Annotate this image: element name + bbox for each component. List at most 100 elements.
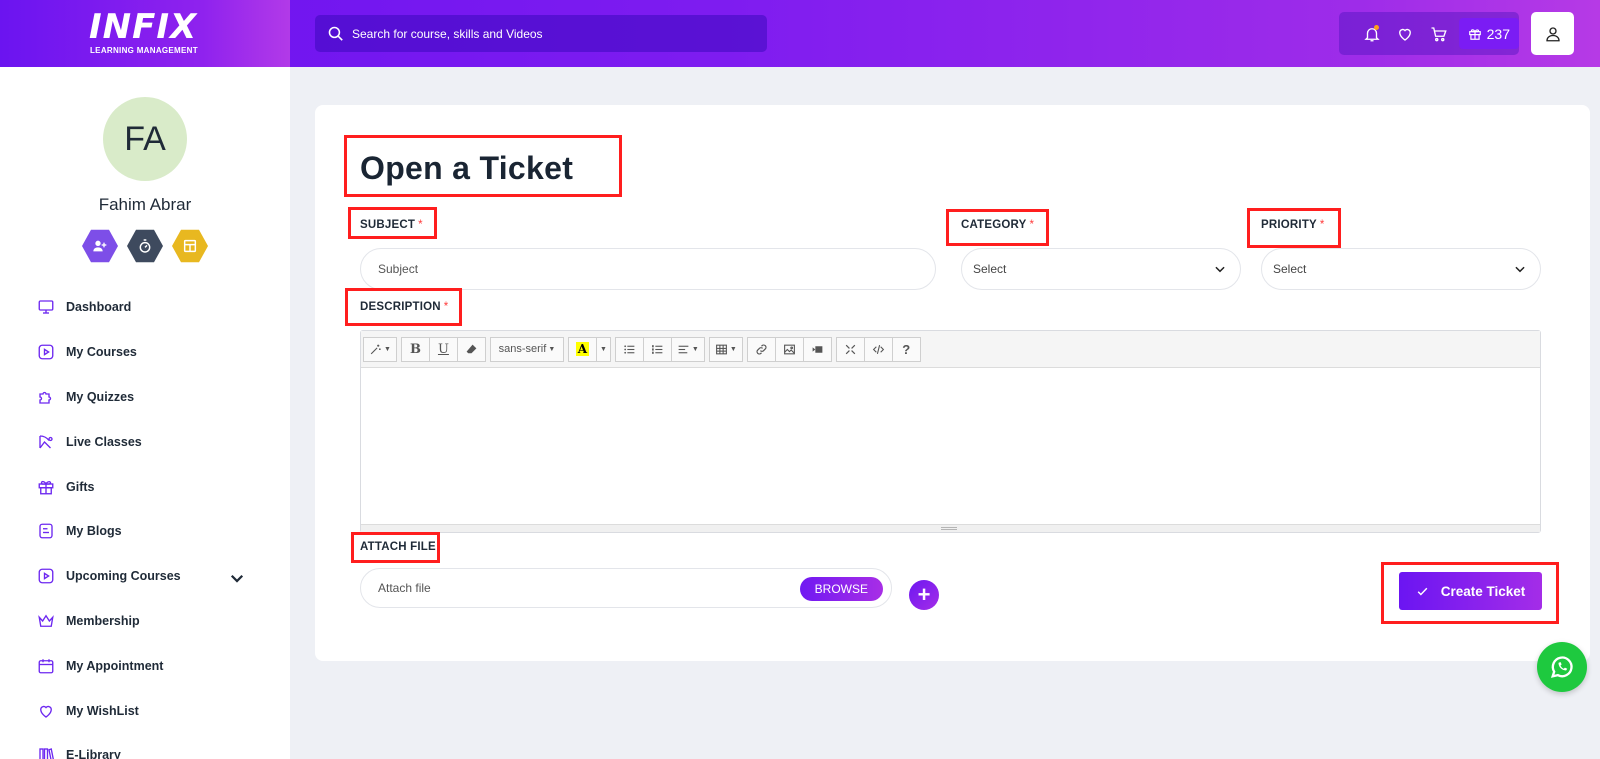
subject-label-text: SUBJECT [360, 219, 416, 231]
font-family-select[interactable]: sans-serif ▼ [489, 336, 564, 362]
ticket-form-card: Open a Ticket SUBJECT* CATEGORY* Select … [315, 105, 1590, 661]
underline-button[interactable]: U [428, 336, 458, 362]
badge-timer[interactable] [127, 229, 163, 263]
fullscreen-icon [845, 344, 856, 354]
sidebar-item-membership[interactable]: Membership [37, 599, 267, 644]
chevron-down-icon[interactable] [228, 569, 246, 587]
sidebar-item-upcoming-courses[interactable]: Upcoming Courses [37, 554, 267, 599]
image-icon [783, 344, 795, 354]
search-bar[interactable] [315, 15, 767, 52]
broadcast-icon [39, 435, 53, 449]
sidebar-item-live-classes[interactable]: Live Classes [37, 419, 267, 464]
cart-button[interactable] [1422, 16, 1456, 52]
sidebar-item-label: Live Classes [66, 434, 142, 449]
description-label: DESCRIPTION * [360, 301, 448, 313]
blog-icon [39, 523, 53, 539]
paragraph-align-button[interactable]: ▼ [670, 336, 705, 362]
eraser-button[interactable] [456, 336, 486, 362]
heart-icon [40, 705, 52, 718]
sidebar-item-my-courses[interactable]: My Courses [37, 330, 267, 375]
priority-label-text: PRIORITY [1261, 219, 1317, 231]
text-color-button[interactable]: A [567, 336, 597, 362]
priority-select[interactable]: Select [1261, 248, 1541, 290]
fullscreen-button[interactable] [835, 336, 865, 362]
numbered-list-icon [651, 344, 663, 354]
sidebar-item-label: My WishList [66, 703, 139, 718]
logo[interactable]: INFIX LEARNING MANAGEMENT [0, 0, 290, 67]
code-view-button[interactable] [863, 336, 893, 362]
profile-button[interactable] [1531, 12, 1574, 55]
sidebar-item-label: Dashboard [66, 300, 132, 315]
subject-field[interactable] [360, 248, 936, 290]
search-input[interactable] [352, 26, 742, 41]
editor-resize-handle[interactable] [361, 524, 1540, 532]
gift-icon [1468, 28, 1481, 40]
sidebar-item-gifts[interactable]: Gifts [37, 464, 267, 509]
whatsapp-icon [1550, 656, 1573, 678]
text-color-swatch: A [575, 342, 590, 356]
link-button[interactable] [746, 336, 776, 362]
attach-file-field[interactable]: BROWSE [360, 568, 892, 608]
attach-file-label: ATTACH FILE [360, 541, 436, 553]
bullet-list-button[interactable] [614, 336, 644, 362]
library-icon [39, 748, 54, 759]
sidebar-item-label: My Blogs [66, 524, 122, 539]
required-mark: * [1319, 219, 1325, 231]
logo-tagline: LEARNING MANAGEMENT [90, 46, 198, 55]
chevron-down-icon [1215, 266, 1225, 273]
color-dropdown-button[interactable]: ▼ [595, 336, 611, 362]
video-icon [812, 345, 823, 353]
description-editor-area[interactable] [361, 368, 1540, 526]
video-button[interactable] [802, 336, 832, 362]
browse-button[interactable]: BROWSE [799, 577, 883, 601]
badge-row [82, 228, 208, 264]
calendar-icon [38, 659, 54, 674]
help-button[interactable]: ? [891, 336, 921, 362]
required-mark: * [1029, 219, 1035, 231]
badge-user-add[interactable] [82, 229, 118, 263]
top-navbar: INFIX LEARNING MANAGEMENT 237 [0, 0, 1600, 67]
numbered-list-button[interactable] [642, 336, 672, 362]
heart-icon [1399, 28, 1412, 41]
font-family-value: sans-serif [498, 343, 547, 355]
play-icon [38, 344, 54, 360]
eraser-icon [466, 344, 477, 353]
notification-button[interactable] [1355, 16, 1389, 52]
link-icon [756, 344, 767, 354]
subject-input[interactable] [361, 262, 935, 276]
gift-icon [38, 480, 54, 495]
whatsapp-chat-button[interactable] [1537, 642, 1587, 692]
sidebar-item-my-quizzes[interactable]: My Quizzes [37, 375, 267, 420]
add-attachment-button[interactable]: + [909, 580, 939, 610]
sidebar-item-my-blogs[interactable]: My Blogs [37, 509, 267, 554]
sidebar-item-my-appointment[interactable]: My Appointment [37, 643, 267, 688]
table-button[interactable]: ▼ [708, 336, 743, 362]
create-ticket-button[interactable]: Create Ticket [1399, 572, 1542, 610]
table-icon [715, 344, 727, 354]
required-mark: * [418, 219, 423, 231]
badge-layout[interactable] [172, 229, 208, 263]
avatar[interactable]: FA [103, 97, 187, 181]
page-title: Open a Ticket [360, 150, 574, 186]
puzzle-icon [39, 391, 52, 404]
header-actions: 237 [1339, 12, 1519, 55]
image-button[interactable] [774, 336, 804, 362]
wishlist-button[interactable] [1389, 16, 1423, 52]
rich-text-editor: ▼ B U sans-serif ▼ A ▼ ▼ ▼ ? [360, 330, 1541, 533]
category-select[interactable]: Select [961, 248, 1241, 290]
sidebar-item-label: My Appointment [66, 658, 164, 673]
logo-wordmark: INFIX [89, 7, 198, 47]
bold-button[interactable]: B [400, 336, 430, 362]
layout-icon [183, 239, 197, 253]
sidebar-item-dashboard[interactable]: Dashboard [37, 285, 267, 330]
category-label: CATEGORY * [961, 219, 1034, 231]
sidebar-nav: Dashboard My Courses My Quizzes Live Cla… [37, 285, 267, 759]
magic-style-button[interactable]: ▼ [363, 336, 397, 362]
sidebar-item-e-library[interactable]: E-Library [37, 733, 267, 759]
category-value: Select [973, 262, 1007, 276]
user-name: Fahim Abrar [98, 195, 192, 214]
required-mark: * [443, 301, 449, 313]
gift-points-button[interactable]: 237 [1458, 18, 1519, 49]
align-left-icon [678, 345, 689, 353]
sidebar-item-my-wishlist[interactable]: My WishList [37, 688, 267, 733]
